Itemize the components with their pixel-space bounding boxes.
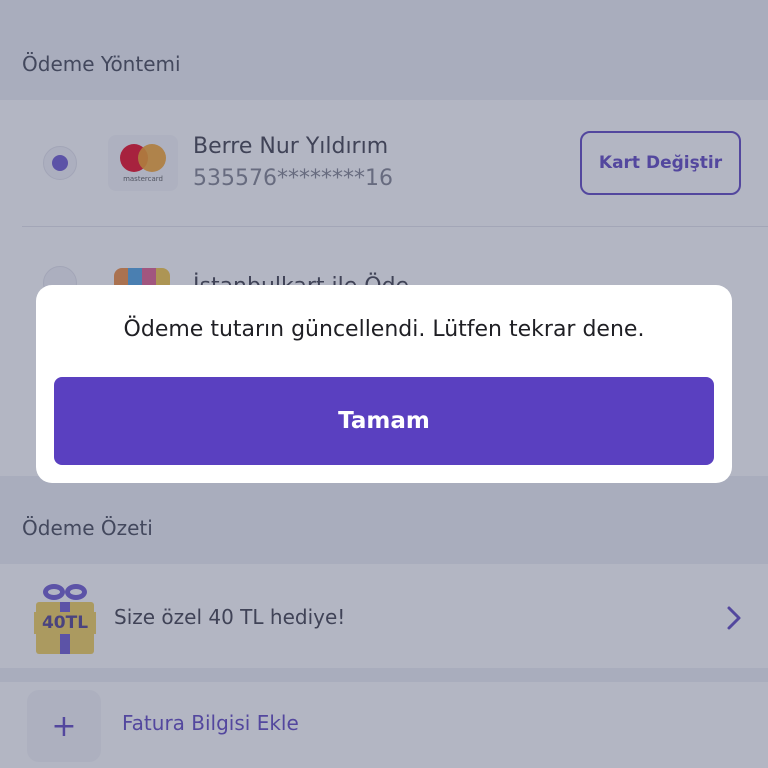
alert-dialog: Ödeme tutarın güncellendi. Lütfen tekrar… (36, 285, 732, 483)
dialog-message: Ödeme tutarın güncellendi. Lütfen tekrar… (123, 317, 645, 342)
checkout-page: Ödeme Yöntemi mastercard Berre Nur Yıldı… (0, 0, 768, 768)
ok-button[interactable]: Tamam (54, 377, 714, 465)
